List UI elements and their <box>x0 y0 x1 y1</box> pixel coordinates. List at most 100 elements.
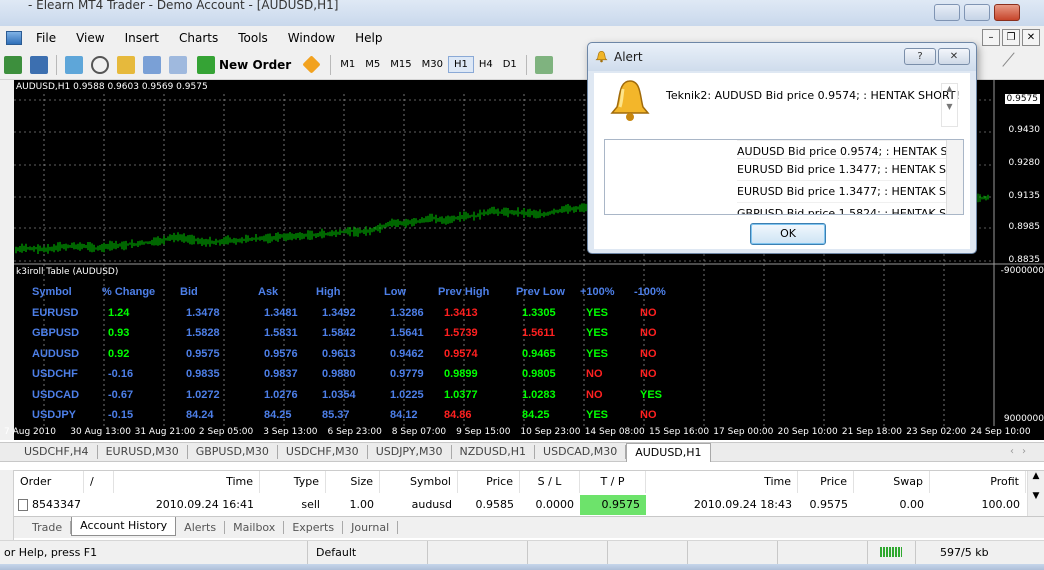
terminal-icon[interactable] <box>143 55 161 74</box>
timeframe-d1[interactable]: D1 <box>498 57 522 72</box>
indicator-cell-symbol: USDJPY <box>32 409 77 421</box>
chart-tab[interactable]: USDCHF,M30 <box>278 445 368 459</box>
profiles-icon[interactable] <box>30 55 48 74</box>
time-axis-label: 3 Sep 13:00 <box>263 427 318 437</box>
indicator-cell-symbol: USDCAD <box>32 388 80 401</box>
indicator-cell-ask: 0.9576 <box>264 347 298 360</box>
tab-journal[interactable]: Journal <box>343 521 399 534</box>
indicator-header: Prev Low <box>516 286 565 298</box>
mdi-minimize-icon[interactable]: – <box>982 29 1000 46</box>
app-icon[interactable] <box>6 31 22 45</box>
indicator-cell-prev-low: 1.3305 <box>522 306 556 319</box>
col-tp[interactable]: T / P <box>580 471 646 493</box>
chart-tab[interactable]: NZDUSD,H1 <box>452 445 536 459</box>
mdi-close-icon[interactable]: ✕ <box>1022 29 1040 46</box>
new-order-button[interactable]: New Order <box>191 55 297 74</box>
status-profile: Default <box>308 541 428 565</box>
time-axis-label: 14 Sep 08:00 <box>584 427 645 437</box>
menu-insert[interactable]: Insert <box>115 26 169 50</box>
time-axis-label: 10 Sep 23:00 <box>520 427 581 437</box>
menu-charts[interactable]: Charts <box>169 26 228 50</box>
tab-experts[interactable]: Experts <box>284 521 344 534</box>
indicator-cell-plus: YES <box>586 409 609 421</box>
list-item[interactable]: GBPUSD Bid price 1.5824; : HENTAK S... <box>737 202 957 214</box>
menu-tools[interactable]: Tools <box>228 26 278 50</box>
chart-tab[interactable]: GBPUSD,M30 <box>188 445 278 459</box>
col-close-price[interactable]: Price <box>798 471 854 493</box>
new-chart-icon[interactable] <box>4 55 22 74</box>
indicator-cell-high: 85.37 <box>322 409 350 421</box>
col-order[interactable]: Order <box>14 471 84 493</box>
tab-scroll-arrows-icon[interactable]: ‹› <box>1010 446 1034 457</box>
minimize-button[interactable] <box>934 4 960 21</box>
chart-tab[interactable]: EURUSD,M30 <box>98 445 188 459</box>
status-bar: or Help, press F1 Default 597/5 kb <box>0 540 1044 565</box>
close-dialog-button[interactable]: ✕ <box>938 48 970 65</box>
menu-file[interactable]: File <box>26 26 66 50</box>
menu-window[interactable]: Window <box>278 26 345 50</box>
list-scrollbar[interactable] <box>946 140 963 214</box>
message-scrollbar[interactable]: ▲ ▼ <box>941 83 958 127</box>
trendline-icon[interactable] <box>1002 52 1028 78</box>
timeframe-m30[interactable]: M30 <box>417 57 448 72</box>
mdi-restore-icon[interactable]: ❐ <box>1002 29 1020 46</box>
close-button[interactable] <box>994 4 1020 21</box>
col-price[interactable]: Price <box>458 471 520 493</box>
indicator-cell-low: 84.12 <box>390 409 418 421</box>
indicator-cell-prev-high: 0.9574 <box>444 347 478 360</box>
col-swap[interactable]: Swap <box>854 471 930 493</box>
bar-chart-icon[interactable] <box>534 55 553 74</box>
timeframe-m1[interactable]: M1 <box>335 57 360 72</box>
chart-tab[interactable]: USDCAD,M30 <box>535 445 627 459</box>
crosshair-icon[interactable] <box>91 55 109 74</box>
list-item[interactable]: EURUSD Bid price 1.3477; : HENTAK S... <box>737 180 957 202</box>
indicator-scale-top: -9000000 <box>1000 266 1044 276</box>
col-size[interactable]: Size <box>326 471 380 493</box>
price-label-current: 0.9575 <box>1004 94 1040 104</box>
timeframe-m5[interactable]: M5 <box>360 57 385 72</box>
ok-button[interactable]: OK <box>750 223 826 245</box>
indicator-cell-minus: NO <box>640 306 657 319</box>
timeframe-h1[interactable]: H1 <box>447 56 474 73</box>
col-open-time[interactable]: Time <box>114 471 260 493</box>
market-watch-icon[interactable] <box>65 55 83 74</box>
terminal-scrollbar[interactable]: ▲ ▼ <box>1027 471 1044 517</box>
chart-tab[interactable]: USDJPY,M30 <box>368 445 452 459</box>
navigator-icon[interactable] <box>117 55 135 74</box>
indicator-cell-symbol: EURUSD <box>32 306 79 319</box>
alert-title: Alert <box>614 50 643 64</box>
tab-trade[interactable]: Trade <box>24 521 72 534</box>
timeframe-h4[interactable]: H4 <box>474 57 498 72</box>
list-item[interactable]: EURUSD Bid price 1.3477; : HENTAK S... <box>737 158 957 180</box>
maximize-button[interactable] <box>964 4 990 21</box>
indicator-header: +100% <box>580 286 615 298</box>
alert-bell-icon <box>610 80 650 121</box>
alert-title-bar[interactable]: Alert ? ✕ <box>588 43 976 71</box>
help-button[interactable]: ? <box>904 48 936 65</box>
indicator-cell-bid: 1.3478 <box>186 306 220 319</box>
indicator-cell-prev-high: 1.5739 <box>444 327 478 339</box>
col-sort-indicator[interactable]: / <box>84 471 114 493</box>
col-profit[interactable]: Profit <box>930 471 1026 493</box>
indicator-header: Bid <box>180 286 198 298</box>
tab-account-history[interactable]: Account History <box>71 516 177 536</box>
indicator-cell-ask: 1.5831 <box>264 327 298 339</box>
indicator-header: % Change <box>102 286 156 298</box>
chart-tab-active[interactable]: AUDUSD,H1 <box>626 443 711 462</box>
col-type[interactable]: Type <box>260 471 326 493</box>
indicator-title: k3iroll Table (AUDUSD) <box>16 267 119 277</box>
indicator-cell-low: 1.3286 <box>390 306 424 319</box>
col-symbol[interactable]: Symbol <box>380 471 458 493</box>
indicator-cell-change: -0.67 <box>108 388 134 401</box>
expert-advisors-icon[interactable] <box>302 55 321 74</box>
tab-alerts[interactable]: Alerts <box>176 521 226 534</box>
tab-mailbox[interactable]: Mailbox <box>225 521 285 534</box>
menu-help[interactable]: Help <box>345 26 392 50</box>
col-close-time[interactable]: Time <box>646 471 798 493</box>
chart-tab[interactable]: USDCHF,H4 <box>16 445 98 459</box>
col-sl[interactable]: S / L <box>520 471 580 493</box>
menu-view[interactable]: View <box>66 26 114 50</box>
open-price: 0.9585 <box>475 498 515 511</box>
tester-icon[interactable] <box>169 55 187 74</box>
timeframe-m15[interactable]: M15 <box>385 57 416 72</box>
